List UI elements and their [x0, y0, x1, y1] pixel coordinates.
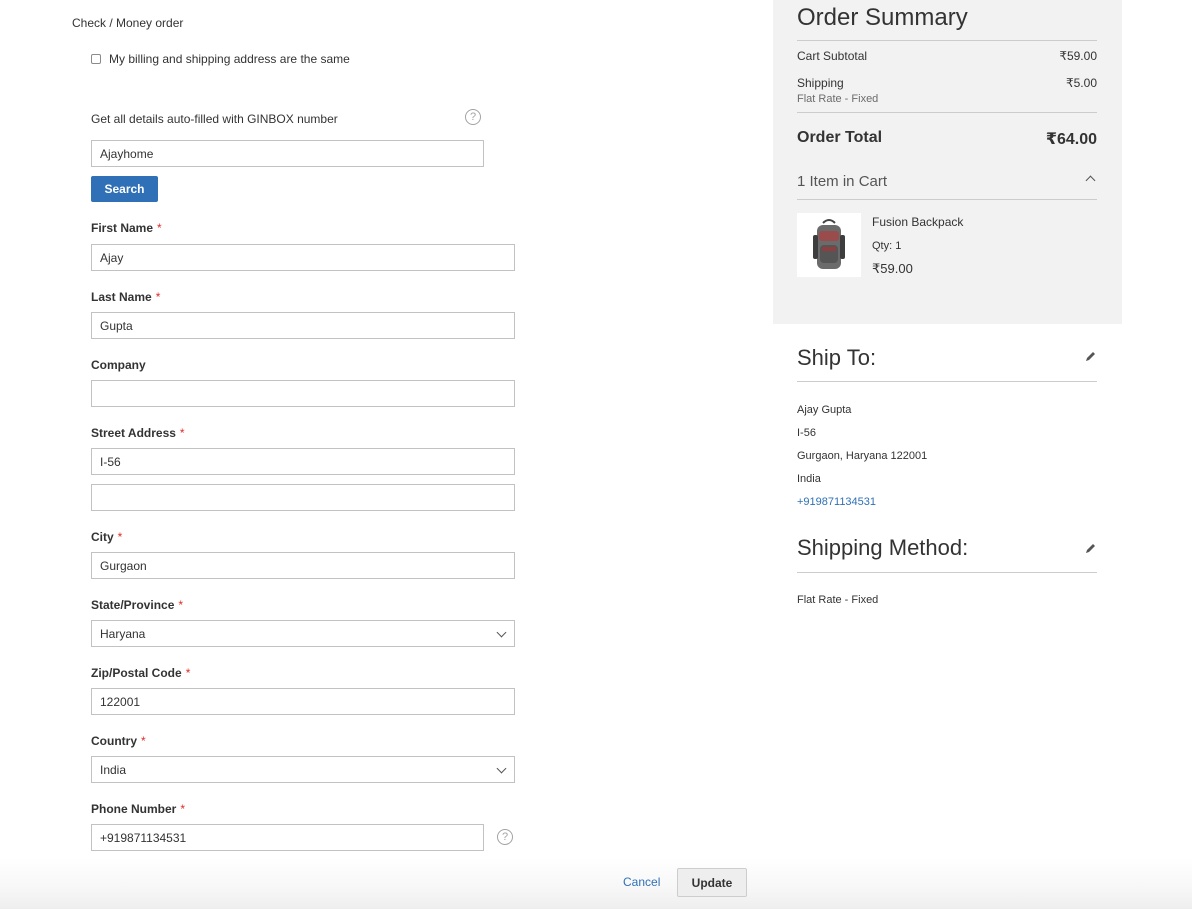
ship-to-phone-link[interactable]: +919871134531: [797, 496, 876, 508]
product-name[interactable]: Fusion Backpack: [872, 215, 963, 229]
subtotal-label: Cart Subtotal: [797, 49, 868, 63]
backpack-icon: [813, 219, 845, 269]
order-total-label: Order Total: [797, 129, 883, 146]
order-summary-title: Order Summary: [797, 4, 968, 31]
phone-input[interactable]: +919871134531: [91, 824, 484, 851]
country-select[interactable]: India: [91, 756, 515, 783]
first-name-label: First Name *: [91, 221, 162, 235]
shipping-label: Shipping: [797, 76, 844, 90]
action-bar: [0, 858, 1192, 909]
first-name-input[interactable]: Ajay: [91, 244, 515, 271]
country-label: Country *: [91, 734, 146, 748]
divider: [797, 199, 1097, 200]
phone-label: Phone Number *: [91, 802, 186, 816]
required-marker: *: [117, 530, 123, 544]
street-line2-input[interactable]: [91, 484, 515, 511]
state-select[interactable]: Haryana: [91, 620, 515, 647]
divider: [797, 381, 1097, 382]
state-label: State/Province *: [91, 598, 184, 612]
last-name-label: Last Name *: [91, 290, 161, 304]
company-label: Company: [91, 358, 146, 372]
payment-method-title: Check / Money order: [72, 16, 184, 30]
ship-to-city-line: Gurgaon, Haryana 122001: [797, 450, 928, 462]
divider: [797, 40, 1097, 41]
items-in-cart-toggle[interactable]: 1 Item in Cart: [797, 173, 887, 190]
shipping-method-title: Shipping Method:: [797, 535, 969, 560]
divider: [797, 572, 1097, 573]
subtotal-value: ₹59.00: [1059, 49, 1097, 63]
required-marker: *: [185, 666, 191, 680]
street-line1-input[interactable]: I-56: [91, 448, 515, 475]
state-selected-value: Haryana: [100, 626, 146, 641]
street-address-label: Street Address *: [91, 426, 185, 440]
question-mark-icon[interactable]: ?: [497, 829, 513, 845]
question-mark-icon[interactable]: ?: [465, 109, 481, 125]
required-marker: *: [141, 734, 146, 748]
subtotal-row: Cart Subtotal ₹59.00: [797, 49, 1097, 63]
update-button[interactable]: Update: [677, 868, 747, 897]
company-input[interactable]: [91, 380, 515, 407]
ship-to-name: Ajay Gupta: [797, 404, 852, 416]
shipping-method-value: Flat Rate - Fixed: [797, 594, 879, 606]
chevron-down-icon: [496, 627, 507, 638]
required-marker: *: [179, 426, 185, 440]
zip-input[interactable]: 122001: [91, 688, 515, 715]
last-name-input[interactable]: Gupta: [91, 312, 515, 339]
country-selected-value: India: [100, 762, 127, 777]
ginbox-label: Get all details auto-filled with GINBOX …: [91, 112, 338, 126]
order-total-value: ₹64.00: [1045, 131, 1097, 148]
zip-label: Zip/Postal Code *: [91, 666, 191, 680]
product-qty: Qty: 1: [872, 240, 902, 252]
required-marker: *: [157, 221, 162, 235]
product-price: ₹59.00: [872, 261, 913, 276]
shipping-method-note: Flat Rate - Fixed: [797, 93, 879, 105]
required-marker: *: [155, 290, 161, 304]
shipping-value: ₹5.00: [1066, 76, 1097, 90]
same-address-option[interactable]: My billing and shipping address are the …: [91, 52, 350, 66]
city-input[interactable]: Gurgaon: [91, 552, 515, 579]
pencil-icon[interactable]: [1084, 351, 1096, 363]
city-label: City *: [91, 530, 123, 544]
same-address-checkbox[interactable]: [91, 54, 101, 64]
divider: [797, 112, 1097, 113]
cancel-link[interactable]: Cancel: [623, 875, 660, 889]
ship-to-country: India: [797, 473, 821, 485]
required-marker: *: [180, 802, 186, 816]
pencil-icon[interactable]: [1084, 543, 1096, 555]
ship-to-street: I-56: [797, 427, 816, 439]
ginbox-input[interactable]: Ajayhome: [91, 140, 484, 167]
search-button[interactable]: Search: [91, 176, 158, 202]
chevron-down-icon: [496, 763, 507, 774]
product-image: [797, 213, 861, 277]
order-total-row: Order Total ₹64.00: [797, 129, 1097, 149]
shipping-row: Shipping ₹5.00: [797, 76, 1097, 90]
ship-to-title: Ship To:: [797, 345, 877, 370]
required-marker: *: [178, 598, 184, 612]
same-address-label[interactable]: My billing and shipping address are the …: [109, 52, 350, 66]
